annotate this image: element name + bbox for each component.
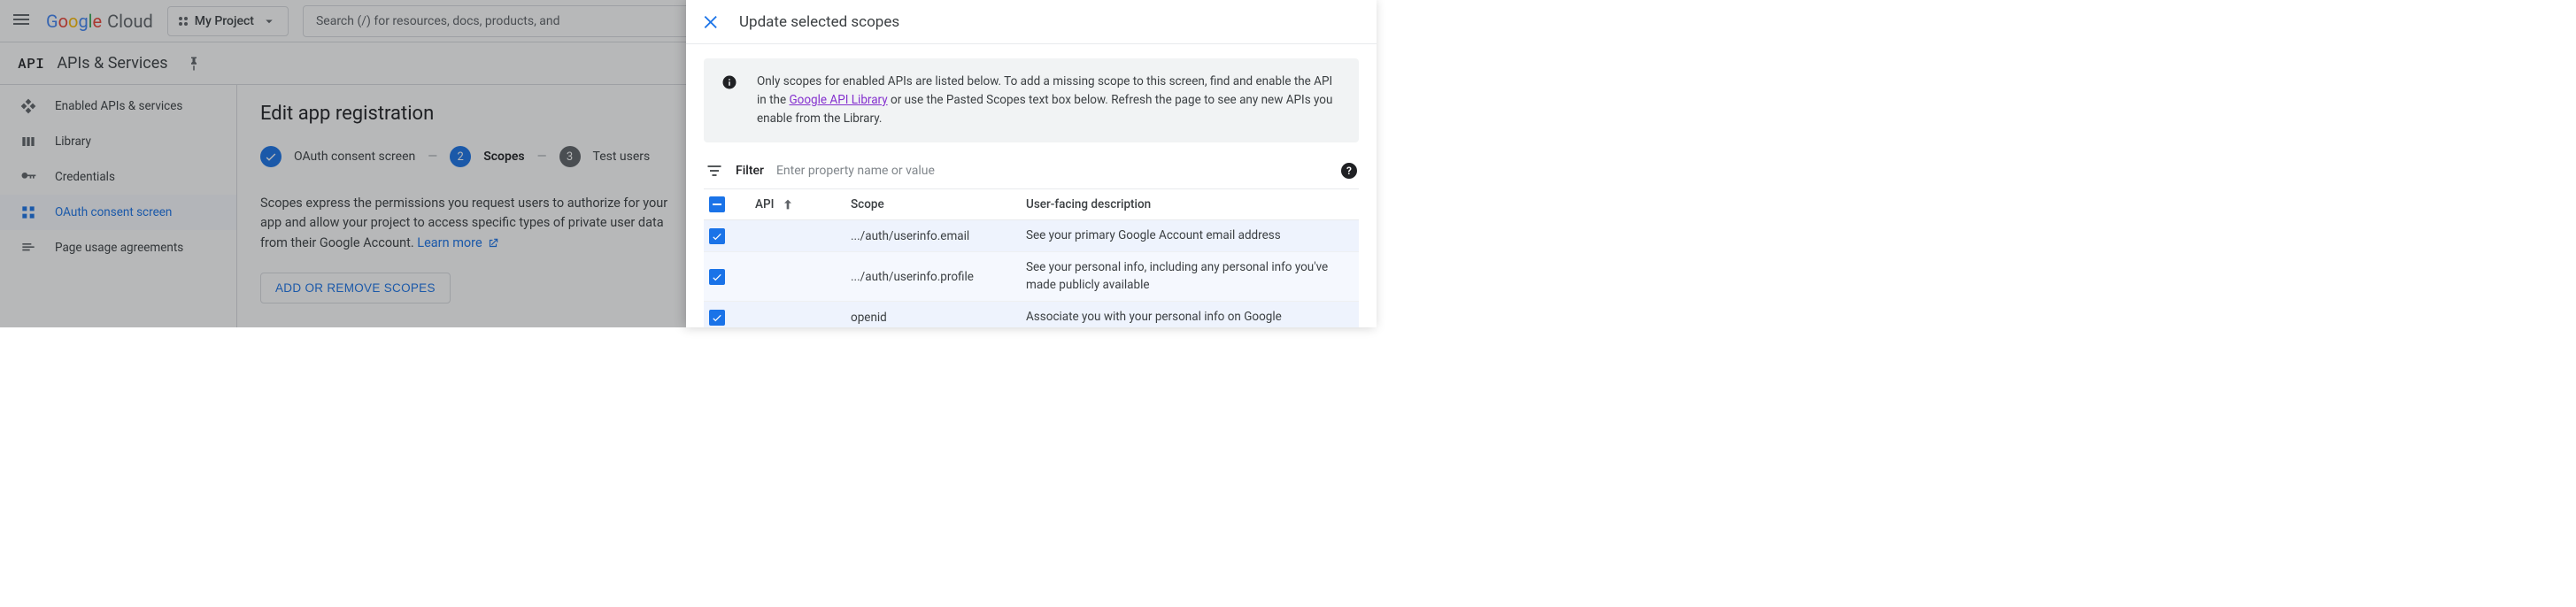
table-row[interactable]: .../auth/userinfo.profile See your perso…: [704, 252, 1359, 302]
row-checkbox[interactable]: [709, 228, 725, 244]
sort-asc-icon: [781, 197, 795, 211]
filter-input[interactable]: Enter property name or value: [776, 164, 1329, 178]
row-checkbox[interactable]: [709, 310, 725, 326]
panel-title: Update selected scopes: [739, 13, 899, 31]
api-library-link[interactable]: Google API Library: [789, 93, 887, 107]
cell-desc: Associate you with your personal info on…: [1026, 309, 1354, 327]
filter-icon[interactable]: [706, 162, 723, 180]
filter-row: Filter Enter property name or value ?: [704, 162, 1359, 180]
table-header: API Scope User-facing description: [704, 189, 1359, 220]
cell-desc: See your personal info, including any pe…: [1026, 259, 1354, 294]
select-all-checkbox[interactable]: [709, 196, 725, 212]
row-checkbox[interactable]: [709, 269, 725, 285]
table-row[interactable]: openid Associate you with your personal …: [704, 302, 1359, 327]
filter-label: Filter: [736, 164, 764, 178]
cell-desc: See your primary Google Account email ad…: [1026, 227, 1354, 245]
info-banner: Only scopes for enabled APIs are listed …: [704, 58, 1359, 142]
cell-scope: openid: [851, 311, 1019, 325]
panel-header: Update selected scopes: [686, 0, 1377, 44]
col-api[interactable]: API: [755, 197, 844, 211]
cell-scope: .../auth/userinfo.profile: [851, 270, 1019, 284]
help-icon[interactable]: ?: [1341, 163, 1357, 179]
col-desc[interactable]: User-facing description: [1026, 197, 1354, 211]
col-scope[interactable]: Scope: [851, 197, 1019, 211]
info-icon: [721, 74, 737, 90]
scopes-panel: Update selected scopes Only scopes for e…: [686, 0, 1377, 327]
panel-body: Only scopes for enabled APIs are listed …: [686, 44, 1377, 327]
close-icon[interactable]: [702, 12, 721, 32]
cell-scope: .../auth/userinfo.email: [851, 229, 1019, 243]
table-row[interactable]: .../auth/userinfo.email See your primary…: [704, 220, 1359, 253]
scope-table: API Scope User-facing description .../au…: [704, 188, 1359, 327]
